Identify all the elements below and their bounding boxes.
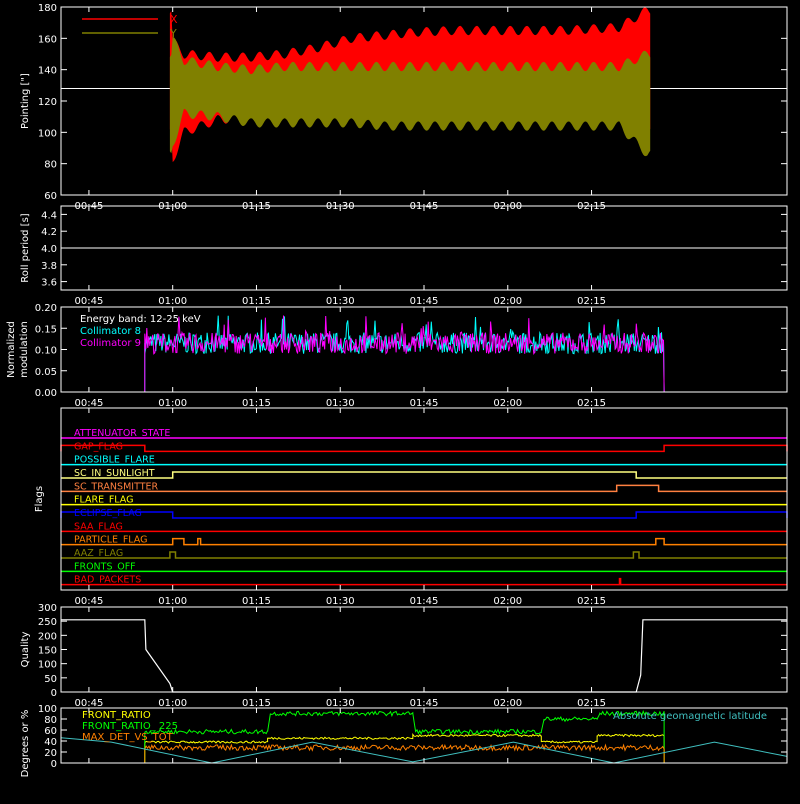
ratios-ytick-label: 40 <box>44 737 57 748</box>
roll-ytick-label: 3.8 <box>41 261 57 272</box>
flag-line-sc-in-sunlight <box>61 471 787 479</box>
roll-xtick-label: 00:45 <box>75 296 104 307</box>
flag-label-gap-flag: GAP_FLAG <box>74 441 123 452</box>
modulation-ytick-label: 0.10 <box>35 346 57 357</box>
flag-line-aaz-flag <box>61 551 787 559</box>
quality-xtick-label: 01:15 <box>242 698 271 709</box>
flag-label-attenuator-state: ATTENUATOR_STATE <box>74 428 170 439</box>
flags-xtick-label: 01:30 <box>326 596 355 607</box>
flags-xtick-label: 00:45 <box>75 596 104 607</box>
roll-xtick-label: 01:30 <box>326 296 355 307</box>
ratios-legend-max-det-vs-tot: MAX_DET_VS_TOT <box>82 732 174 743</box>
flags-ylabel: Flags <box>34 486 45 512</box>
modulation-ytick-label: 0.00 <box>35 388 57 399</box>
pointing-ylabel: Pointing ["] <box>20 73 31 129</box>
modulation-xtick-label: 01:45 <box>410 398 439 409</box>
roll-ylabel: Roll period [s] <box>20 213 31 282</box>
modulation-xtick-label: 01:15 <box>242 398 271 409</box>
quality-ytick-label: 300 <box>38 603 57 614</box>
ratios-ytick-label: 0 <box>51 759 57 770</box>
modulation-annotation: Energy band: 12-25 keV <box>80 314 201 325</box>
quality-xtick-label: 02:15 <box>577 698 606 709</box>
flag-label-sc-in-sunlight: SC_IN_SUNLIGHT <box>74 468 155 479</box>
pointing-ytick-label: 80 <box>44 160 57 171</box>
flags-xtick-label: 01:00 <box>158 596 187 607</box>
ratios-annotation: Absolute geomagnetic latitude <box>613 711 767 722</box>
flag-label-eclipse-flag: ECLIPSE_FLAG <box>74 508 142 519</box>
roll-ytick-label: 4.0 <box>41 244 57 255</box>
pointing-ytick-label: 140 <box>38 66 57 77</box>
modulation-legend-collimator-9: Collimator 9 <box>80 338 141 349</box>
roll-ytick-label: 4.2 <box>41 227 57 238</box>
ratios-ytick-label: 100 <box>38 704 57 715</box>
pointing-ytick-label: 60 <box>44 191 57 202</box>
modulation-xtick-label: 01:00 <box>158 398 187 409</box>
flag-label-aaz-flag: AAZ_FLAG <box>74 548 123 559</box>
modulation-xtick-label: 00:45 <box>75 398 104 409</box>
modulation-ylabel-line1: Normalized <box>6 321 17 378</box>
chart-canvas: 6080100120140160180Pointing ["]XY00:45 01… <box>6 3 788 778</box>
quality-xtick-label: 00:45 <box>75 698 104 709</box>
legend-label-y: Y <box>169 27 177 40</box>
modulation-xtick-label: 01:30 <box>326 398 355 409</box>
modulation-ylabel-line2: modulation <box>19 321 30 378</box>
quality-xtick-label: 01:45 <box>410 698 439 709</box>
pointing-ytick-label: 100 <box>38 128 57 139</box>
quality-xtick-label: 01:00 <box>158 698 187 709</box>
flag-label-possible-flare: POSSIBLE_FLARE <box>74 455 155 466</box>
flags-xtick-label: 01:45 <box>410 596 439 607</box>
ratios-ylabel: Degrees or % <box>20 710 31 778</box>
modulation-xtick-label: 02:00 <box>493 398 522 409</box>
quality-xtick-label: 02:00 <box>493 698 522 709</box>
modulation-ytick-label: 0.20 <box>35 303 57 314</box>
flag-label-sc-transmitter: SC_TRANSMITTER <box>74 481 159 492</box>
modulation-ytick-label: 0.15 <box>35 324 57 335</box>
flag-label-fronts-off: FRONTS_OFF <box>74 561 136 572</box>
quality-ytick-label: 200 <box>38 631 57 642</box>
quality-ytick-label: 100 <box>38 660 57 671</box>
roll-xtick-label: 01:15 <box>242 296 271 307</box>
quality-ytick-label: 50 <box>44 674 57 685</box>
modulation-series-collimator-8 <box>144 315 665 393</box>
flags-xtick-label: 02:00 <box>493 596 522 607</box>
flag-line-bad-packets <box>61 577 787 586</box>
ratios-series-front-ratio-225 <box>144 709 665 764</box>
pointing-ytick-label: 180 <box>38 3 57 14</box>
flags-xtick-label: 02:15 <box>577 596 606 607</box>
quality-ytick-label: 150 <box>38 646 57 657</box>
ratios-ytick-label: 20 <box>44 748 57 759</box>
modulation-ytick-label: 0.05 <box>35 367 57 378</box>
pointing-ytick-label: 120 <box>38 97 57 108</box>
flag-label-bad-packets: BAD_PACKETS <box>74 575 141 586</box>
modulation-legend-collimator-8: Collimator 8 <box>80 326 141 337</box>
quality-xtick-label: 01:30 <box>326 698 355 709</box>
roll-xtick-label: 01:00 <box>158 296 187 307</box>
ratios-legend-front-ratio: FRONT_RATIO <box>82 710 151 721</box>
roll-ytick-label: 4.4 <box>41 210 57 221</box>
flag-line-particle-flag <box>61 537 787 546</box>
modulation-xtick-label: 02:15 <box>577 398 606 409</box>
quality-ylabel: Quality <box>20 632 31 668</box>
flag-line-sc-transmitter <box>61 484 787 493</box>
quality-ytick-label: 0 <box>51 688 57 699</box>
flag-label-flare-flag: FLARE_FLAG <box>74 495 134 506</box>
ratios-ytick-label: 60 <box>44 726 57 737</box>
figure: 60 80 100 120 140 160 180 Pointing ["] X Y 00:45 01… <box>0 0 800 800</box>
flag-label-particle-flag: PARTICLE_FLAG <box>74 535 147 546</box>
flag-label-saa-flag: SAA_FLAG <box>74 521 123 532</box>
roll-xtick-label: 02:00 <box>493 296 522 307</box>
ratios-ytick-label: 80 <box>44 715 57 726</box>
pointing-ytick-label: 160 <box>38 34 57 45</box>
roll-xtick-label: 02:15 <box>577 296 606 307</box>
flag-line-gap-flag <box>60 444 788 453</box>
quality-line <box>61 619 787 693</box>
legend-label-x: X <box>170 13 178 26</box>
roll-xtick-label: 01:45 <box>410 296 439 307</box>
flag-line-eclipse-flag <box>60 511 788 519</box>
ratios-legend-front-ratio-225: FRONT_RATIO_ 225 <box>82 721 178 732</box>
quality-ytick-label: 250 <box>38 617 57 628</box>
roll-ytick-label: 3.6 <box>41 278 57 289</box>
flags-xtick-label: 01:15 <box>242 596 271 607</box>
